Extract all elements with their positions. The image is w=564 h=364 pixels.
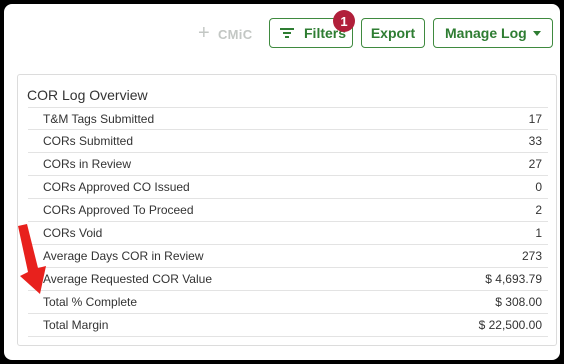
manage-log-button-label: Manage Log xyxy=(445,25,527,41)
toolbar: + CMiC Filters 1 Export Manage Log xyxy=(4,4,560,68)
row-value: $ 22,500.00 xyxy=(478,318,542,332)
overview-row: CORs Approved CO Issued 0 xyxy=(28,176,548,199)
row-value: 1 xyxy=(535,226,542,240)
row-value: 17 xyxy=(528,111,542,126)
row-label: T&M Tags Submitted xyxy=(43,111,155,126)
plus-icon: + xyxy=(198,22,210,44)
overview-rows: T&M Tags Submitted 17 CORs Submitted 33 … xyxy=(28,107,548,337)
cmic-button[interactable]: + CMiC xyxy=(198,22,252,46)
row-value: 273 xyxy=(521,249,542,263)
overview-row: Total % Complete $ 308.00 xyxy=(28,291,548,314)
overview-row: Total Margin $ 22,500.00 xyxy=(28,314,548,337)
chevron-down-icon xyxy=(533,31,541,36)
overview-row: CORs Submitted 33 xyxy=(28,130,548,153)
export-button-label: Export xyxy=(370,25,416,41)
annotation-arrow xyxy=(18,224,46,294)
row-label: Total Margin xyxy=(43,318,109,332)
row-label: CORs Approved To Proceed xyxy=(43,203,194,217)
row-label: Total % Complete xyxy=(43,295,138,309)
row-label: CORs Approved CO Issued xyxy=(43,180,190,194)
overview-row: CORs Approved To Proceed 2 xyxy=(28,199,548,222)
filter-icon xyxy=(280,28,294,38)
card-title: COR Log Overview xyxy=(27,87,148,103)
cor-log-overview-card: COR Log Overview T&M Tags Submitted 17 C… xyxy=(17,74,557,346)
overview-row: Average Requested COR Value $ 4,693.79 xyxy=(28,268,548,291)
app-frame: + CMiC Filters 1 Export Manage Log COR L… xyxy=(4,4,560,360)
overview-row: CORs in Review 27 xyxy=(28,153,548,176)
export-button[interactable]: Export xyxy=(361,18,425,48)
manage-log-button[interactable]: Manage Log xyxy=(433,18,553,48)
row-value: $ 308.00 xyxy=(495,295,542,309)
row-value: $ 4,693.79 xyxy=(485,272,542,286)
row-value: 2 xyxy=(535,203,542,217)
row-value: 27 xyxy=(528,157,542,171)
overview-row: T&M Tags Submitted 17 xyxy=(28,107,548,130)
row-label: CORs in Review xyxy=(43,157,132,171)
overview-row: CORs Void 1 xyxy=(28,222,548,245)
overview-row: Average Days COR in Review 273 xyxy=(28,245,548,268)
row-label: Average Requested COR Value xyxy=(43,272,212,286)
row-value: 0 xyxy=(535,180,542,194)
row-label: Average Days COR in Review xyxy=(43,249,204,263)
row-value: 33 xyxy=(528,134,542,148)
row-label: CORs Submitted xyxy=(43,134,134,148)
filters-count-badge: 1 xyxy=(333,10,355,32)
cmic-button-label: CMiC xyxy=(217,26,253,42)
